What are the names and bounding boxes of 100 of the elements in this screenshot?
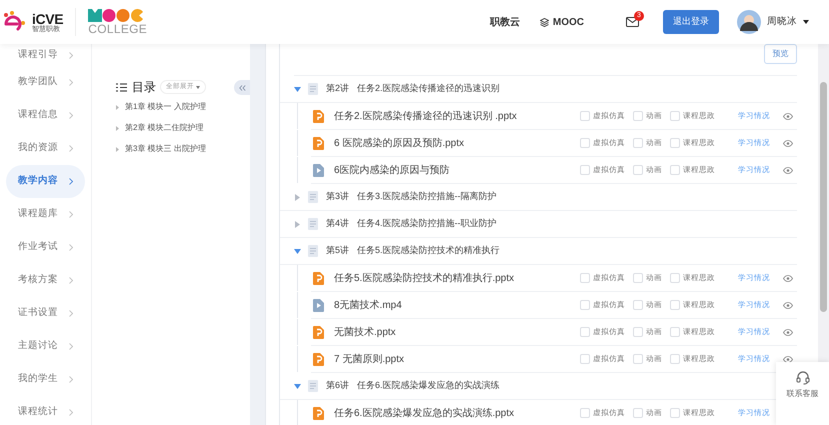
preview-eye-icon[interactable] (783, 274, 793, 282)
file-name[interactable]: 6 医院感染的原因及预防.pptx (334, 136, 580, 150)
lecture-title[interactable]: 任务4.医院感染防控措施--职业防护 (357, 217, 497, 231)
checkbox[interactable] (633, 354, 643, 364)
checkbox[interactable] (633, 165, 643, 175)
user-name[interactable]: 周晓冰 (767, 14, 797, 30)
chevron-right-icon (69, 409, 73, 416)
checkbox[interactable] (580, 111, 590, 121)
lecture-title[interactable]: 任务2.医院感染传播途径的迅速识别 (357, 82, 500, 96)
preview-button[interactable]: 预览 (764, 44, 797, 64)
document-icon (308, 380, 318, 392)
checkbox[interactable] (580, 165, 590, 175)
expanded-caret-icon[interactable] (294, 86, 300, 92)
checkbox[interactable] (580, 300, 590, 310)
checkbox[interactable] (633, 408, 643, 418)
sidebar-item[interactable]: 证书设置 (6, 297, 85, 330)
sidebar-item[interactable]: 课程引导 (6, 44, 85, 66)
lecture-number[interactable]: 第6讲 (326, 379, 350, 393)
presentation-file-icon (312, 110, 324, 122)
sidebar-item[interactable]: 考核方案 (6, 264, 85, 297)
sidebar-item[interactable]: 我的学生 (6, 363, 85, 396)
checkbox[interactable] (670, 111, 680, 121)
user-avatar-icon[interactable] (737, 10, 761, 34)
preview-eye-icon[interactable] (783, 302, 793, 308)
logout-button[interactable]: 退出登录 (663, 10, 719, 34)
collapsed-caret-icon[interactable] (116, 104, 119, 110)
checkbox[interactable] (670, 273, 680, 283)
checkbox[interactable] (633, 300, 643, 310)
chevron-right-icon (69, 376, 73, 383)
preview-eye-icon[interactable] (783, 356, 793, 362)
lecture-number[interactable]: 第2讲 (326, 82, 350, 96)
sidebar-item[interactable]: 作业考试 (6, 231, 85, 264)
lecture-number[interactable]: 第3讲 (326, 190, 350, 204)
checkbox[interactable] (580, 327, 590, 337)
chapter-item[interactable]: 第2章 模块二住院护理 (125, 122, 204, 134)
video-file-icon (312, 164, 324, 176)
checkbox[interactable] (580, 273, 590, 283)
presentation-file-icon (312, 352, 324, 366)
checkbox[interactable] (670, 138, 680, 148)
checkbox[interactable] (580, 408, 590, 418)
headset-icon (796, 370, 810, 385)
dropdown-caret-icon (196, 86, 200, 88)
checkbox[interactable] (670, 165, 680, 175)
lecture-title[interactable]: 任务6.医院感染爆发应急的实战演练 (357, 379, 500, 393)
file-name[interactable]: 7 无菌原则.pptx (334, 352, 580, 366)
lecture-title[interactable]: 任务3.医院感染防控措施--隔离防护 (357, 190, 497, 204)
file-name[interactable]: 无菌技术.pptx (334, 324, 580, 340)
chevron-right-icon (69, 310, 73, 317)
preview-eye-icon[interactable] (783, 328, 793, 336)
checkbox[interactable] (580, 354, 590, 364)
collapse-panel-button[interactable] (234, 80, 250, 95)
expanded-caret-icon[interactable] (294, 248, 300, 254)
lecture-number[interactable]: 第5讲 (326, 244, 350, 258)
collapsed-caret-icon[interactable] (294, 194, 300, 200)
checkbox[interactable] (633, 273, 643, 283)
sidebar-item[interactable]: 教学团队 (6, 66, 85, 99)
dropdown-caret-icon[interactable] (803, 20, 809, 24)
preview-eye-icon[interactable] (783, 140, 793, 146)
checkbox[interactable] (670, 354, 680, 364)
sidebar-item[interactable]: 课程题库 (6, 198, 85, 231)
file-name[interactable]: 任务6.医院感染爆发应急的实战演练.pptx (334, 406, 580, 420)
toc-title: 目录 (132, 79, 156, 96)
lecture-title[interactable]: 任务5.医院感染防控技术的精准执行 (357, 244, 500, 258)
collapsed-caret-icon[interactable] (294, 220, 300, 228)
collapsed-caret-icon[interactable] (116, 146, 119, 152)
sidebar-item[interactable]: 教学内容 (6, 165, 85, 198)
sidebar-item[interactable]: 我的资源 (6, 132, 85, 165)
document-icon (308, 218, 318, 230)
scrollbar-thumb[interactable] (820, 82, 827, 312)
file-name[interactable]: 任务5.医院感染防控技术的精准执行.pptx (334, 270, 580, 286)
preview-eye-icon[interactable] (783, 166, 793, 174)
checkbox[interactable] (670, 408, 680, 418)
checkbox[interactable] (633, 111, 643, 121)
expanded-caret-icon[interactable] (294, 384, 300, 388)
checkbox[interactable] (670, 300, 680, 310)
file-name[interactable]: 8无菌技术.mp4 (334, 298, 580, 312)
sidebar-item[interactable]: 课程信息 (6, 99, 85, 132)
checkbox[interactable] (670, 327, 680, 337)
support-widget[interactable]: 联系客服 (776, 362, 829, 425)
mail-icon[interactable] (626, 17, 639, 27)
nav-link[interactable]: 职教云 (490, 14, 520, 30)
chevron-right-icon (69, 79, 73, 86)
document-icon (308, 83, 318, 95)
sidebar-item[interactable]: 课程统计 (6, 396, 85, 425)
sidebar-item[interactable]: 主题讨论 (6, 330, 85, 363)
chapter-item[interactable]: 第1章 模块一 入院护理 (125, 101, 206, 113)
collapsed-caret-icon[interactable] (116, 126, 119, 130)
chevron-right-icon (69, 343, 73, 350)
checkbox[interactable] (580, 138, 590, 148)
file-name[interactable]: 6医院内感染的原因与预防 (334, 162, 580, 178)
chevron-right-icon (69, 211, 73, 218)
checkbox[interactable] (633, 138, 643, 148)
chevron-right-icon (69, 52, 73, 58)
chapter-item[interactable]: 第3章 模块三 出院护理 (125, 143, 206, 155)
preview-eye-icon[interactable] (783, 112, 793, 120)
lecture-number[interactable]: 第4讲 (326, 217, 350, 231)
checkbox[interactable] (633, 327, 643, 337)
nav-link[interactable]: MOOC (540, 14, 584, 30)
file-name[interactable]: 任务2.医院感染传播途径的迅速识别 .pptx (334, 108, 580, 124)
brand-logo: iCVE (32, 12, 64, 26)
